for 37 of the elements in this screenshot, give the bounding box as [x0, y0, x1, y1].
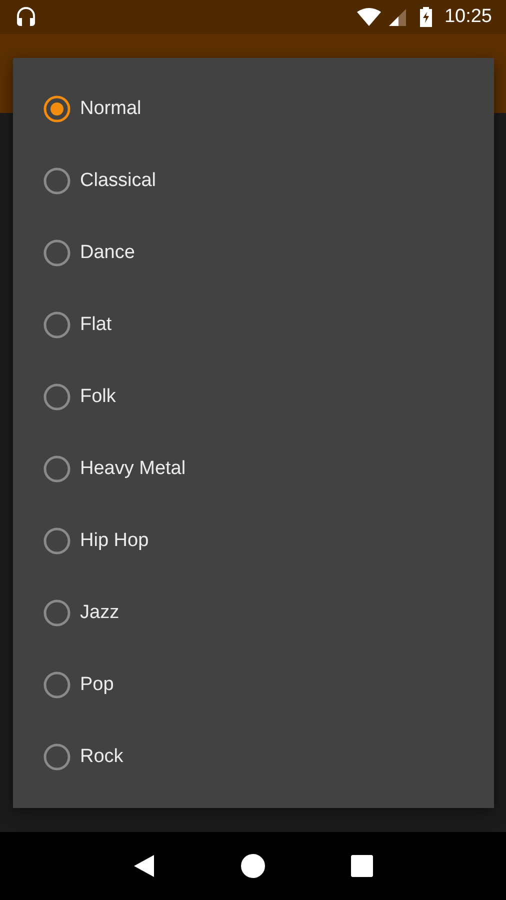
- preset-option[interactable]: Hip Hop: [13, 505, 494, 577]
- home-icon[interactable]: [241, 854, 265, 878]
- preset-option[interactable]: Jazz: [13, 577, 494, 649]
- preset-option[interactable]: Dance: [13, 217, 494, 289]
- preset-option[interactable]: Rock: [13, 721, 494, 793]
- clock: 10:25: [444, 6, 492, 28]
- preset-label: Dance: [80, 242, 135, 264]
- radio-button[interactable]: [43, 383, 71, 411]
- radio-button[interactable]: [43, 95, 71, 123]
- preset-label: Classical: [80, 170, 156, 192]
- preset-label: Folk: [80, 386, 116, 408]
- battery-charging-icon: [420, 7, 432, 27]
- preset-option[interactable]: Heavy Metal: [13, 433, 494, 505]
- preset-label: Hip Hop: [80, 530, 149, 552]
- preset-label: Normal: [80, 98, 142, 120]
- radio-button[interactable]: [43, 239, 71, 267]
- preset-label: Heavy Metal: [80, 458, 186, 480]
- radio-button[interactable]: [43, 671, 71, 699]
- headphones-icon: [14, 5, 38, 29]
- radio-button[interactable]: [43, 743, 71, 771]
- preset-option[interactable]: Normal: [13, 73, 494, 145]
- preset-label: Jazz: [80, 602, 120, 624]
- radio-button[interactable]: [43, 527, 71, 555]
- radio-button[interactable]: [43, 311, 71, 339]
- preset-label: Rock: [80, 746, 124, 768]
- preset-label: Flat: [80, 314, 112, 336]
- preset-option[interactable]: Flat: [13, 289, 494, 361]
- back-icon[interactable]: [133, 854, 155, 878]
- radio-button[interactable]: [43, 599, 71, 627]
- wifi-icon: [357, 8, 382, 26]
- preset-label: Pop: [80, 674, 114, 696]
- radio-button[interactable]: [43, 455, 71, 483]
- signal-icon: [389, 8, 406, 26]
- preset-option[interactable]: Classical: [13, 145, 494, 217]
- radio-button[interactable]: [43, 167, 71, 195]
- preset-option[interactable]: Pop: [13, 649, 494, 721]
- preset-option[interactable]: Folk: [13, 361, 494, 433]
